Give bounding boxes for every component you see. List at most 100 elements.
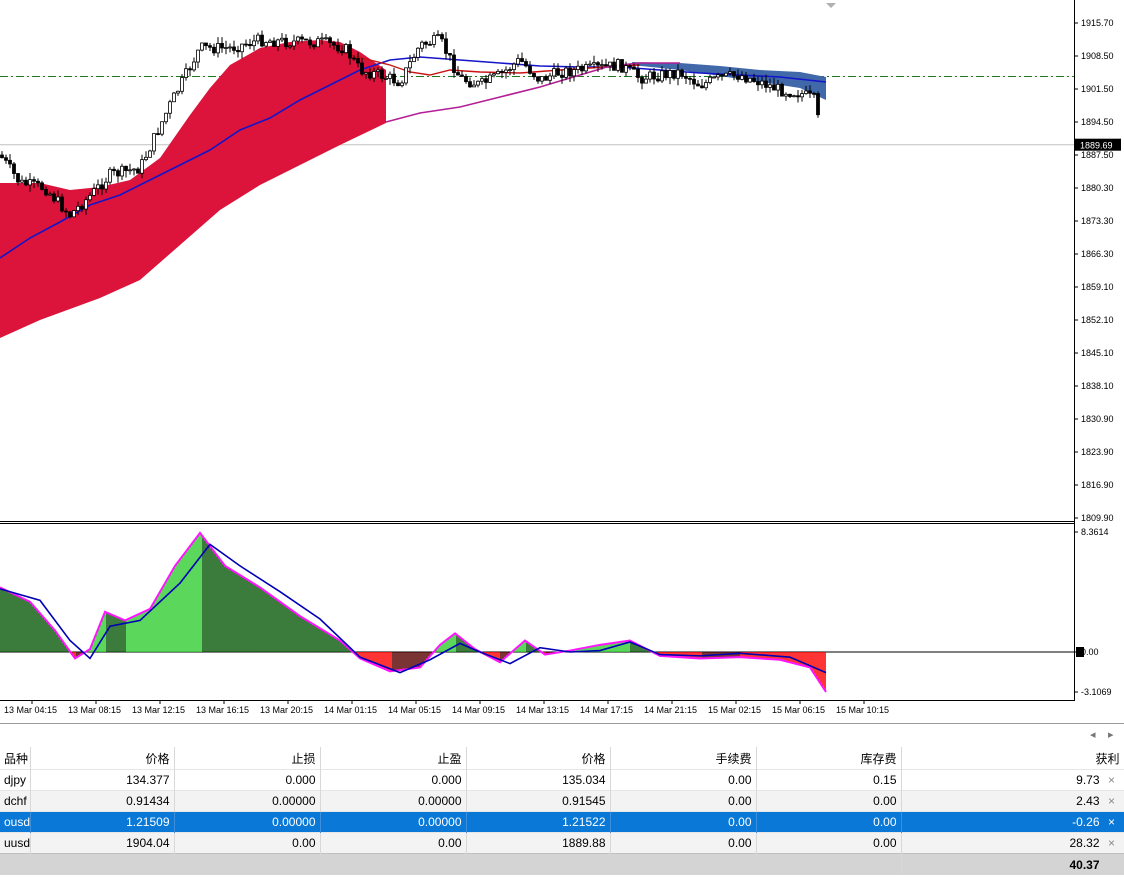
stop-loss-cell[interactable]: 0.000: [174, 769, 321, 791]
bull-candle: [616, 59, 620, 71]
bear-candle: [156, 133, 160, 135]
close-position-icon[interactable]: ×: [1104, 773, 1120, 787]
bear-candle: [684, 76, 688, 79]
bull-candle: [760, 80, 764, 86]
bear-candle: [32, 179, 36, 182]
bear-candle: [336, 44, 340, 52]
symbol-cell: uusd: [0, 832, 31, 854]
scroll-left-icon[interactable]: ◂: [1090, 728, 1096, 741]
bear-candle: [248, 43, 252, 47]
open-price-cell: 1904.04: [30, 832, 175, 854]
chart-area[interactable]: 1915.70 1908.50 1901.50 1894.50 1887.50 1880.…: [0, 0, 1124, 723]
bear-candle: [580, 65, 584, 72]
bull-candle: [540, 76, 544, 82]
total-row: 40.37×: [0, 853, 1124, 875]
swap-cell: 0.00: [756, 811, 902, 833]
bull-candle: [552, 68, 556, 77]
stop-loss-cell[interactable]: 0.00000: [174, 790, 321, 812]
bull-candle: [216, 43, 220, 54]
bear-candle: [756, 81, 760, 86]
position-row[interactable]: djpy 134.377 0.000 0.000 135.034 0.00 0.…: [0, 769, 1124, 791]
take-profit-cell[interactable]: 0.000: [320, 769, 467, 791]
stop-loss-cell[interactable]: 0.00: [174, 832, 321, 854]
column-header-take-profit[interactable]: 止盈: [320, 747, 467, 770]
bull-candle: [264, 42, 268, 47]
bear-candle: [40, 182, 44, 190]
bull-candle: [88, 195, 92, 201]
column-header-profit[interactable]: 获利: [901, 747, 1124, 770]
bear-candle: [808, 90, 812, 94]
position-row[interactable]: dchf 0.91434 0.00000 0.00000 0.91545 0.0…: [0, 790, 1124, 812]
bull-candle: [384, 78, 388, 80]
bear-candle: [780, 83, 784, 97]
bear-candle: [304, 38, 308, 41]
bear-candle: [340, 50, 344, 54]
take-profit-cell[interactable]: 0.00: [320, 832, 467, 854]
bear-candle: [244, 43, 248, 46]
bear-candle: [440, 34, 444, 40]
time-axis-label: 14 Mar 13:15: [516, 705, 569, 715]
profit-value: -0.26: [1072, 815, 1100, 829]
column-header-price[interactable]: 价格: [466, 747, 611, 770]
scroll-nav-bar: ◂ ▸: [0, 723, 1124, 748]
symbol-cell: dchf: [0, 790, 31, 812]
bull-candle: [292, 40, 296, 47]
bull-candle: [400, 82, 404, 87]
bull-candle: [564, 67, 568, 78]
bear-candle: [796, 95, 800, 98]
scroll-right-icon[interactable]: ▸: [1108, 728, 1114, 741]
bull-candle: [676, 69, 680, 79]
price-axis-label: 1859.10: [1081, 282, 1114, 292]
bear-candle: [124, 165, 128, 171]
time-axis-label: 13 Mar 20:15: [260, 705, 313, 715]
bull-candle: [600, 64, 604, 66]
position-row[interactable]: uusd 1904.04 0.00 0.00 1889.88 0.00 0.00…: [0, 832, 1124, 854]
bull-candle: [716, 74, 720, 78]
price-cell: 0.91545: [466, 790, 611, 812]
column-header-open-price[interactable]: 价格: [30, 747, 175, 770]
bear-candle: [272, 40, 276, 47]
bull-candle: [624, 65, 628, 73]
column-header-symbol[interactable]: 品种: [0, 747, 31, 770]
position-row-selected[interactable]: ousd 1.21509 0.00000 0.00000 1.21522 0.0…: [0, 811, 1124, 833]
bear-candle: [308, 39, 312, 46]
bull-candle: [288, 45, 292, 48]
price-axis-label: 1845.10: [1081, 348, 1114, 358]
bull-candle: [164, 112, 168, 123]
stop-loss-cell[interactable]: 0.00000: [174, 811, 321, 833]
bear-candle: [468, 81, 472, 88]
bull-candle: [504, 69, 508, 73]
column-header-commission[interactable]: 手续费: [610, 747, 757, 770]
close-position-icon[interactable]: ×: [1104, 815, 1120, 829]
bear-candle: [36, 180, 40, 184]
bull-candle: [776, 83, 780, 91]
bear-candle: [80, 205, 84, 210]
price-axis-label: 1915.70: [1081, 18, 1114, 28]
close-position-icon[interactable]: ×: [1104, 836, 1120, 850]
time-axis-label: 13 Mar 12:15: [132, 705, 185, 715]
profit-cell: 9.73 ×: [901, 769, 1124, 791]
symbol-cell: djpy: [0, 769, 31, 791]
price-axis-label: 1838.10: [1081, 381, 1114, 391]
column-header-swap[interactable]: 库存费: [756, 747, 902, 770]
bull-candle: [104, 181, 108, 190]
price-cell: 1.21522: [466, 811, 611, 833]
symbol-cell: ousd: [0, 811, 31, 833]
bear-candle: [52, 193, 56, 202]
bull-candle: [120, 165, 124, 177]
profit-cell: -0.26 ×: [901, 811, 1124, 833]
close-position-icon[interactable]: ×: [1104, 794, 1120, 808]
take-profit-cell[interactable]: 0.00000: [320, 811, 467, 833]
column-header-stop-loss[interactable]: 止损: [174, 747, 321, 770]
bear-candle: [632, 66, 636, 70]
open-price-cell: 0.91434: [30, 790, 175, 812]
bear-candle: [68, 211, 72, 218]
price-axis-label: 1852.10: [1081, 315, 1114, 325]
price-axis-label: 1823.90: [1081, 447, 1114, 457]
bull-candle: [508, 69, 512, 71]
commission-cell: 0.00: [610, 832, 757, 854]
bear-candle: [752, 77, 756, 82]
commission-cell: 0.00: [610, 790, 757, 812]
bull-candle: [132, 168, 136, 171]
take-profit-cell[interactable]: 0.00000: [320, 790, 467, 812]
